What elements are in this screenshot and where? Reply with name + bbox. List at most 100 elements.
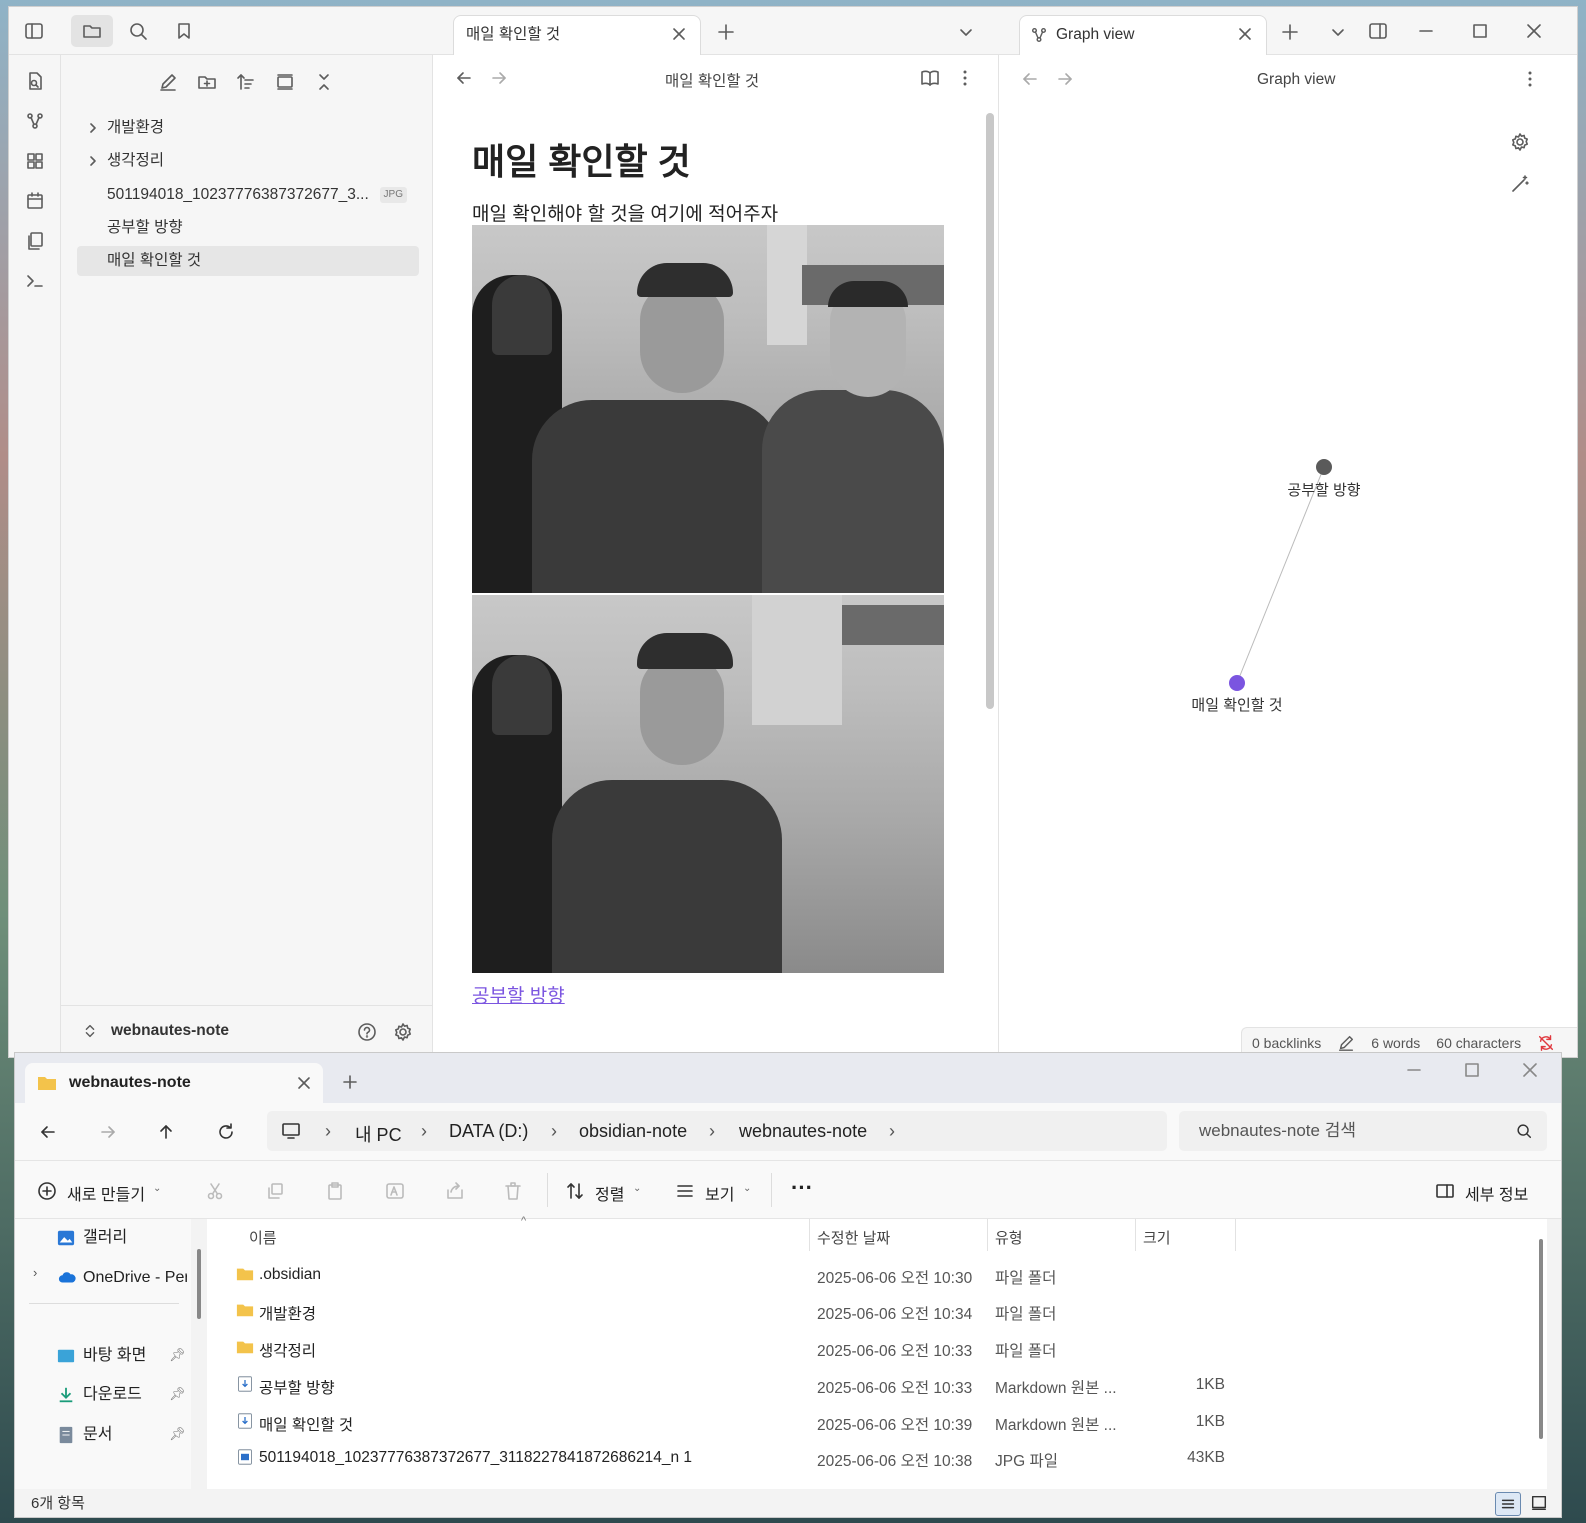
forward-arrow-icon[interactable] [93, 1117, 123, 1147]
chevron-down-icon[interactable] [951, 17, 981, 47]
address-bar[interactable]: › 내 PC › DATA (D:) › obsidian-note › web… [267, 1111, 1167, 1151]
chevron-down-icon[interactable] [1323, 17, 1353, 47]
auto-reveal-icon[interactable] [270, 67, 300, 97]
breadcrumb-item[interactable]: DATA (D:) [449, 1121, 528, 1142]
collapse-all-icon[interactable] [309, 67, 339, 97]
templates-icon[interactable] [23, 229, 47, 253]
tab-graph[interactable]: Graph view [1019, 15, 1267, 55]
close-window-icon[interactable] [1519, 16, 1549, 46]
sort-button[interactable]: 정렬 ⌄ [565, 1177, 655, 1205]
explorer-tab[interactable]: webnautes-note [25, 1063, 323, 1103]
search-icon[interactable] [123, 16, 153, 46]
graph-view-icon[interactable] [23, 109, 47, 133]
reading-view-icon[interactable] [915, 63, 945, 93]
column-header-size[interactable]: 크기 [1143, 1227, 1171, 1248]
more-options-icon[interactable] [950, 63, 980, 93]
back-arrow-icon[interactable] [449, 63, 479, 93]
nav-item-documents[interactable]: 문서 [57, 1422, 185, 1448]
table-row[interactable]: .obsidian 2025-06-06 오전 10:30 파일 폴더 [207, 1257, 1537, 1293]
close-window-icon[interactable] [1515, 1055, 1545, 1085]
new-button[interactable]: 새로 만들기 ⌄ [35, 1177, 175, 1205]
vault-name[interactable]: webnautes-note [111, 1022, 229, 1040]
breadcrumb-item[interactable]: obsidian-note [579, 1121, 687, 1142]
view-button[interactable]: 보기 ⌄ [675, 1177, 765, 1205]
new-folder-icon[interactable] [192, 67, 222, 97]
settings-icon[interactable] [388, 1017, 418, 1047]
edit-mode-icon[interactable] [1337, 1034, 1355, 1052]
nav-item-onedrive[interactable]: OneDrive - Pers [57, 1265, 187, 1291]
sort-icon[interactable] [231, 67, 261, 97]
folder-item[interactable]: 개발환경 [77, 113, 419, 143]
column-header-date[interactable]: 수정한 날짜 [817, 1227, 890, 1248]
up-arrow-icon[interactable] [151, 1117, 181, 1147]
nav-item-desktop[interactable]: 바탕 화면 [57, 1343, 185, 1369]
bookmark-icon[interactable] [169, 16, 199, 46]
table-row[interactable]: 501194018_10237776387372677_311822784187… [207, 1440, 1537, 1476]
refresh-icon[interactable] [211, 1117, 241, 1147]
column-header-type[interactable]: 유형 [995, 1227, 1023, 1248]
new-tab-icon[interactable] [1275, 17, 1305, 47]
search-input[interactable]: webnautes-note 검색 [1179, 1111, 1547, 1151]
maximize-icon[interactable] [1465, 16, 1495, 46]
close-icon[interactable] [1232, 21, 1258, 47]
details-button[interactable]: 세부 정보 [1435, 1177, 1545, 1205]
nav-item-downloads[interactable]: 다운로드 [57, 1382, 185, 1408]
scrollbar[interactable] [986, 113, 994, 709]
column-header-name[interactable]: 이름 [249, 1227, 277, 1248]
close-icon[interactable] [289, 1068, 319, 1098]
minimize-icon[interactable] [1411, 16, 1441, 46]
help-icon[interactable] [352, 1017, 382, 1047]
sync-error-icon[interactable] [1537, 1034, 1555, 1052]
chevron-right-icon[interactable]: › [33, 1265, 37, 1280]
calendar-icon[interactable] [23, 189, 47, 213]
table-row[interactable]: 공부할 방향 2025-06-06 오전 10:33 Markdown 원본 .… [207, 1367, 1537, 1403]
scrollbar[interactable] [197, 1249, 201, 1319]
toggle-sidebar-icon[interactable] [19, 16, 49, 46]
breadcrumb-item[interactable]: webnautes-note [739, 1121, 867, 1142]
close-icon[interactable] [666, 21, 692, 47]
backlinks-count[interactable]: 0 backlinks [1252, 1035, 1321, 1051]
delete-icon[interactable] [503, 1181, 523, 1201]
new-note-icon[interactable] [153, 67, 183, 97]
breadcrumb-item[interactable]: 내 PC [355, 1121, 402, 1147]
copy-icon[interactable] [265, 1181, 285, 1201]
file-item-active[interactable]: 매일 확인할 것 [77, 246, 419, 276]
tiles-view-toggle[interactable] [1527, 1492, 1553, 1516]
new-tab-icon[interactable] [335, 1067, 365, 1097]
file-item[interactable]: 501194018_10237776387372677_3... JPG [77, 180, 419, 210]
table-row[interactable]: 개발환경 2025-06-06 오전 10:34 파일 폴더 [207, 1293, 1537, 1329]
cut-icon[interactable] [205, 1181, 225, 1201]
graph-node-study-direction[interactable] [1316, 459, 1332, 475]
forward-arrow-icon[interactable] [484, 63, 514, 93]
scrollbar[interactable] [1539, 1239, 1543, 1439]
terminal-icon[interactable] [23, 269, 47, 293]
pin-icon[interactable]: 📌︎ [169, 1347, 186, 1363]
pin-icon[interactable]: 📌︎ [169, 1426, 186, 1442]
new-tab-icon[interactable] [711, 17, 741, 47]
table-row[interactable]: 매일 확인할 것 2025-06-06 오전 10:39 Markdown 원본… [207, 1404, 1537, 1440]
minimize-icon[interactable] [1399, 1055, 1429, 1085]
details-view-toggle[interactable] [1495, 1492, 1521, 1516]
nav-item-gallery[interactable]: 갤러리 [57, 1225, 187, 1251]
graph-canvas[interactable]: 공부할 방향 매일 확인할 것 [999, 55, 1578, 1055]
graph-node-daily-check[interactable] [1229, 675, 1245, 691]
paste-icon[interactable] [325, 1181, 345, 1201]
back-arrow-icon[interactable] [33, 1117, 63, 1147]
quick-switcher-icon[interactable] [23, 69, 47, 93]
chevron-updown-icon[interactable] [81, 1022, 99, 1040]
internal-link[interactable]: 공부할 방향 [472, 981, 565, 1008]
more-options-icon[interactable]: ··· [791, 1175, 813, 1201]
note-title-nav[interactable]: 매일 확인할 것 [665, 69, 759, 91]
tab-editor[interactable]: 매일 확인할 것 [453, 15, 701, 55]
toggle-right-sidebar-icon[interactable] [1363, 16, 1393, 46]
share-icon[interactable] [445, 1181, 465, 1201]
folder-item[interactable]: 생각정리 [77, 146, 419, 176]
search-icon[interactable] [1515, 1122, 1533, 1140]
table-row[interactable]: 생각정리 2025-06-06 오전 10:33 파일 폴더 [207, 1330, 1537, 1366]
maximize-icon[interactable] [1457, 1055, 1487, 1085]
rename-icon[interactable] [385, 1181, 405, 1201]
canvas-icon[interactable] [23, 149, 47, 173]
pin-icon[interactable]: 📌︎ [169, 1386, 186, 1402]
file-item[interactable]: 공부할 방향 [77, 213, 419, 243]
folder-icon[interactable] [71, 15, 113, 47]
